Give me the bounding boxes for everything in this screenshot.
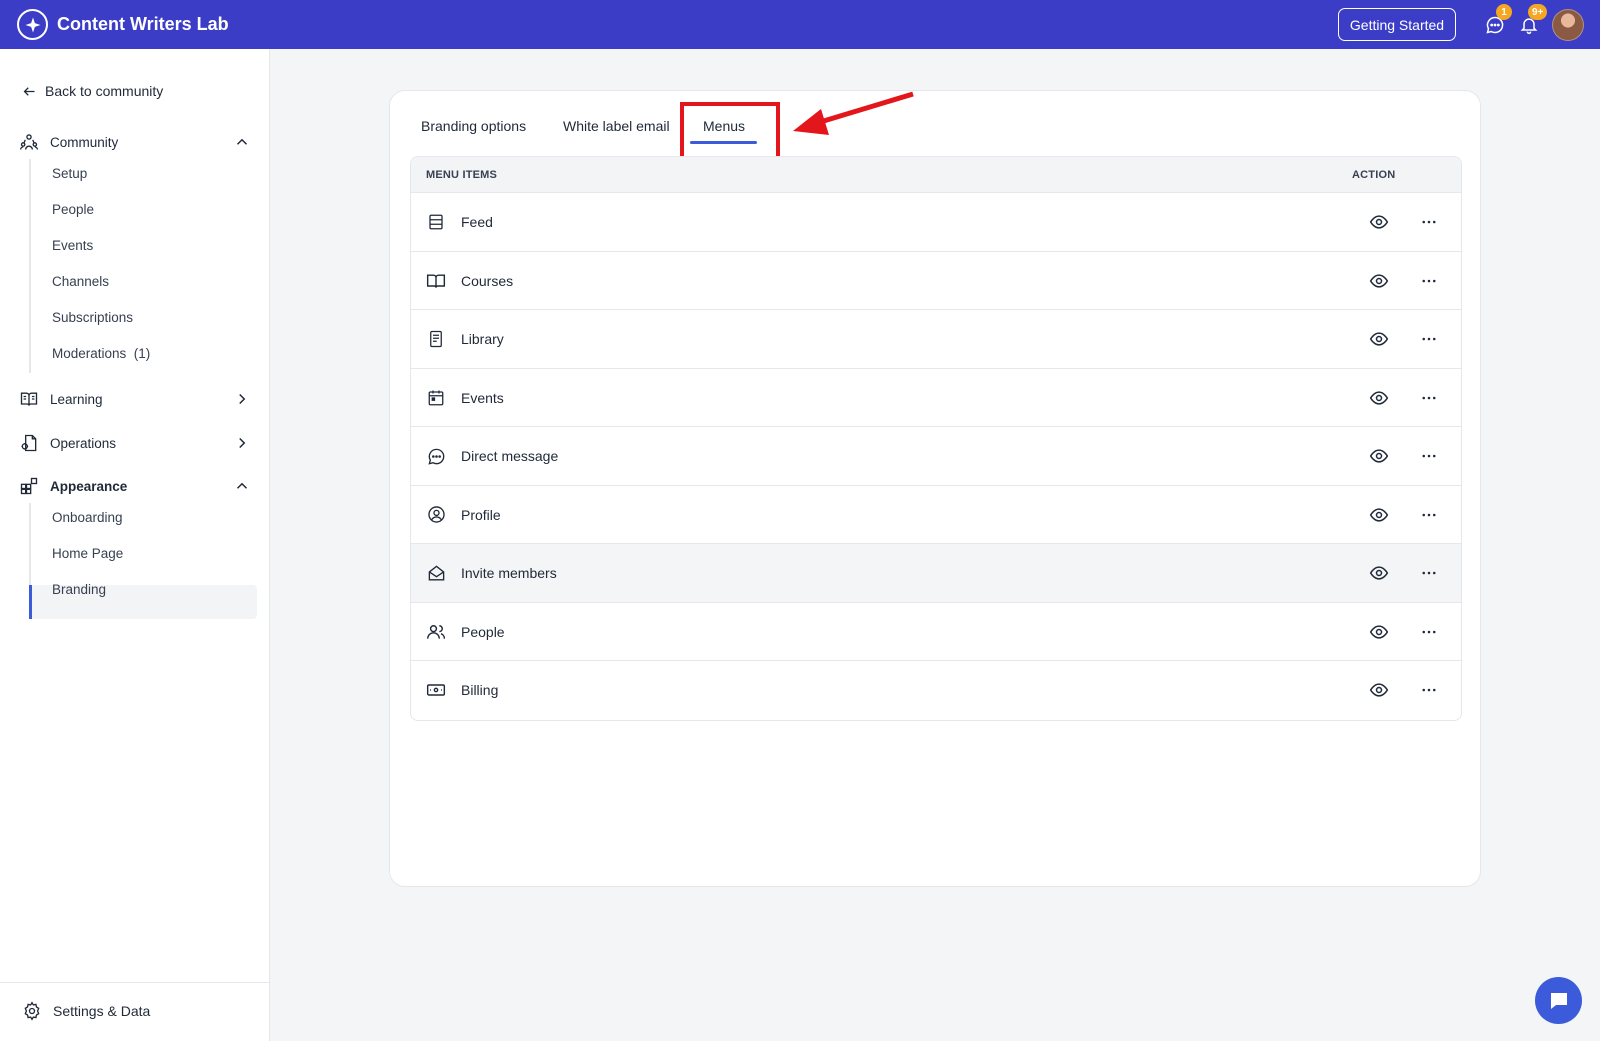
- eye-icon[interactable]: [1369, 271, 1389, 291]
- eye-icon[interactable]: [1369, 388, 1389, 408]
- sidebar-section-learning[interactable]: Learning: [19, 386, 251, 412]
- chevron-right-icon[interactable]: [233, 434, 251, 452]
- eye-icon[interactable]: [1369, 446, 1389, 466]
- eye-icon[interactable]: [1369, 212, 1389, 232]
- more-options-icon[interactable]: [1419, 271, 1439, 291]
- sidebar-item-onboarding[interactable]: Onboarding: [52, 510, 123, 525]
- more-options-icon[interactable]: [1419, 563, 1439, 583]
- more-options-icon[interactable]: [1419, 622, 1439, 642]
- brand[interactable]: Content Writers Lab: [17, 9, 229, 40]
- chevron-up-icon[interactable]: [233, 133, 251, 151]
- table-header: MENU ITEMS ACTION: [411, 157, 1461, 193]
- annotation-highlight-box: [680, 102, 780, 161]
- more-options-icon[interactable]: [1419, 329, 1439, 349]
- arrow-left-icon: [23, 86, 35, 96]
- users-icon: [426, 622, 446, 642]
- more-options-icon[interactable]: [1419, 680, 1439, 700]
- sidebar-item-setup[interactable]: Setup: [52, 166, 87, 181]
- sidebar-section-community[interactable]: Community: [19, 129, 251, 155]
- chevron-up-icon[interactable]: [233, 477, 251, 495]
- row-label: Billing: [461, 682, 499, 698]
- table-row[interactable]: Library: [411, 310, 1461, 369]
- row-label: Courses: [461, 272, 514, 289]
- eye-icon[interactable]: [1369, 680, 1389, 700]
- sidebar-section-label: Appearance: [50, 478, 128, 494]
- operations-icon: [19, 433, 39, 453]
- sidebar-item-events[interactable]: Events: [52, 238, 93, 253]
- sidebar: Back to community Community Setup People…: [0, 49, 270, 1041]
- user-circle-icon: [426, 505, 446, 525]
- sidebar-section-label: Operations: [50, 435, 117, 451]
- settings-data-link[interactable]: Settings & Data: [22, 1001, 150, 1021]
- row-label: Feed: [461, 214, 493, 230]
- billing-icon: [426, 680, 446, 700]
- feed-icon: [426, 212, 446, 232]
- chat-bubble-icon: [426, 446, 446, 466]
- table-row[interactable]: Profile: [411, 486, 1461, 544]
- support-chat-button[interactable]: [1535, 977, 1582, 1024]
- more-options-icon[interactable]: [1419, 388, 1439, 408]
- sidebar-section-label: Learning: [50, 391, 103, 407]
- calendar-icon: [426, 388, 446, 408]
- row-label: Library: [461, 331, 504, 347]
- row-label: Direct message: [461, 448, 559, 464]
- row-label: Profile: [461, 506, 501, 523]
- back-label: Back to community: [45, 83, 164, 99]
- more-options-icon[interactable]: [1419, 446, 1439, 466]
- branding-card: Branding options White label email Menus…: [389, 90, 1481, 887]
- table-row[interactable]: Direct message: [411, 427, 1461, 486]
- messages-badge: 1: [1496, 4, 1512, 20]
- more-options-icon[interactable]: [1419, 505, 1439, 525]
- envelope-open-icon: [426, 563, 446, 583]
- app-name: Content Writers Lab: [57, 14, 229, 34]
- gear-icon: [24, 1001, 40, 1021]
- settings-label: Settings & Data: [53, 1003, 151, 1019]
- user-avatar[interactable]: [1552, 9, 1584, 41]
- book-open-icon: [19, 389, 39, 409]
- notifications-badge: 9+: [1528, 4, 1548, 20]
- sparkle-logo-icon: [17, 9, 48, 40]
- eye-icon[interactable]: [1369, 329, 1389, 349]
- row-label: Invite members: [461, 565, 557, 581]
- appearance-icon: [19, 476, 39, 496]
- sidebar-section-operations[interactable]: Operations: [19, 430, 251, 456]
- library-icon: [426, 329, 446, 349]
- community-tree-line: [29, 159, 31, 373]
- sidebar-item-people[interactable]: People: [52, 202, 94, 217]
- table-row[interactable]: Feed: [411, 193, 1461, 252]
- sidebar-section-label: Community: [50, 134, 119, 150]
- chevron-right-icon[interactable]: [233, 390, 251, 408]
- eye-icon[interactable]: [1369, 563, 1389, 583]
- chat-bubble-icon: [1550, 992, 1567, 1009]
- table-row[interactable]: Invite members: [411, 544, 1461, 603]
- sidebar-item-branding[interactable]: Branding: [52, 582, 106, 597]
- table-row[interactable]: Billing: [411, 661, 1461, 720]
- table-row[interactable]: Events: [411, 369, 1461, 427]
- table-row[interactable]: Courses: [411, 252, 1461, 310]
- table-row[interactable]: People: [411, 603, 1461, 661]
- col-action: ACTION: [1352, 169, 1396, 181]
- menu-items-table: MENU ITEMS ACTION Feed Courses Library E…: [410, 156, 1462, 721]
- row-label: People: [461, 623, 505, 640]
- row-label: Events: [461, 389, 504, 406]
- eye-icon[interactable]: [1369, 505, 1389, 525]
- col-menu-items: MENU ITEMS: [426, 169, 498, 181]
- getting-started-button[interactable]: Getting Started: [1338, 8, 1456, 41]
- sidebar-footer: Settings & Data: [0, 982, 270, 1041]
- top-bar: Content Writers Lab Getting Started 1 9+: [0, 0, 1600, 49]
- sidebar-item-moderations[interactable]: Moderations (1): [52, 346, 150, 361]
- tab-white-label-email[interactable]: White label email: [563, 118, 670, 134]
- sidebar-item-subscriptions[interactable]: Subscriptions: [52, 310, 133, 325]
- sidebar-item-home-page[interactable]: Home Page: [52, 546, 123, 561]
- sidebar-item-channels[interactable]: Channels: [52, 274, 109, 289]
- eye-icon[interactable]: [1369, 622, 1389, 642]
- sidebar-section-appearance[interactable]: Appearance: [19, 473, 251, 499]
- active-indicator: [29, 585, 32, 619]
- book-icon: [426, 271, 446, 291]
- tab-branding-options[interactable]: Branding options: [421, 118, 526, 134]
- annotation-arrow-icon: [793, 91, 914, 135]
- back-to-community-link[interactable]: Back to community: [22, 83, 163, 99]
- community-icon: [19, 132, 39, 152]
- more-options-icon[interactable]: [1419, 212, 1439, 232]
